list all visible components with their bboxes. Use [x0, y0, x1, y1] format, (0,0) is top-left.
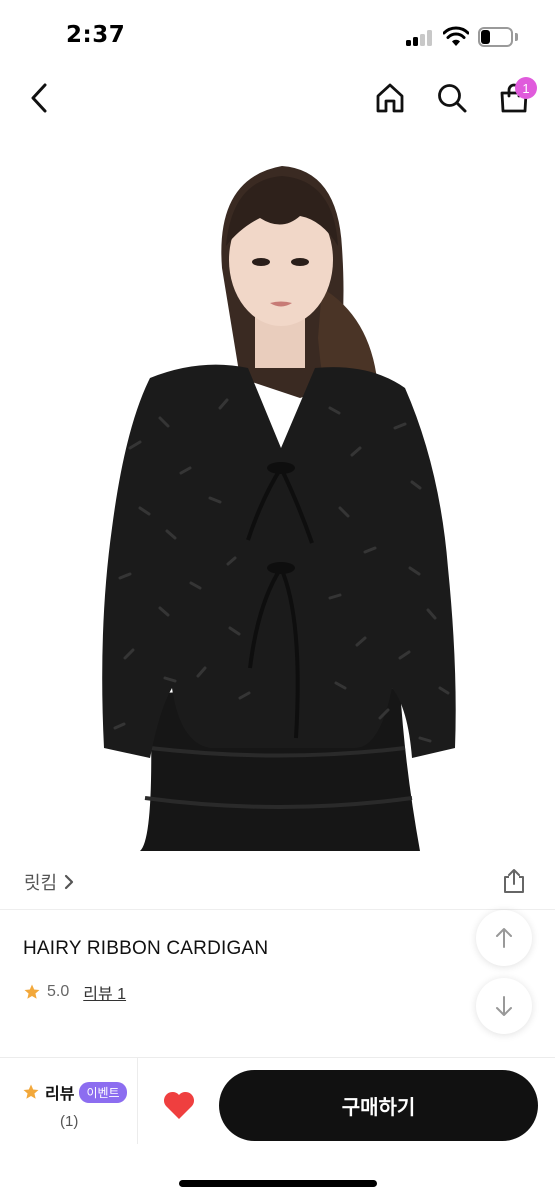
brand-row: 릿킴	[0, 852, 555, 910]
search-button[interactable]	[430, 76, 474, 120]
back-chevron-icon	[31, 83, 47, 113]
arrow-down-icon	[496, 996, 512, 1016]
share-button[interactable]	[497, 864, 531, 898]
wifi-icon	[442, 25, 470, 47]
bottom-action-bar: 리뷰 이벤트 (1) 구매하기	[0, 1057, 555, 1200]
search-icon	[438, 84, 467, 113]
rating-value: 5.0	[47, 983, 70, 1000]
home-icon	[376, 83, 404, 113]
chevron-right-icon	[65, 874, 74, 890]
like-button[interactable]	[158, 1086, 200, 1124]
rating-row: 5.0 리뷰 1	[23, 980, 126, 1004]
brand-name: 릿킴	[24, 873, 58, 893]
scroll-down-button[interactable]	[476, 978, 532, 1034]
event-badge: 이벤트	[79, 1081, 127, 1103]
review-count: (1)	[60, 1113, 79, 1130]
review-tab[interactable]: 리뷰 이벤트 (1)	[0, 1058, 138, 1144]
status-time: 2:37	[66, 22, 126, 48]
top-navigation-bar	[0, 72, 555, 132]
review-link[interactable]: 리뷰 1	[83, 980, 126, 1004]
battery-icon	[478, 27, 518, 47]
star-icon	[23, 1084, 39, 1099]
status-bar: 2:37	[0, 0, 555, 72]
scroll-up-button[interactable]	[476, 910, 532, 966]
home-indicator	[179, 1180, 377, 1187]
arrow-up-icon	[496, 928, 512, 948]
share-icon	[504, 869, 524, 893]
star-icon	[24, 984, 40, 999]
review-tab-label: 리뷰	[45, 1086, 75, 1103]
buy-button[interactable]: 구매하기	[219, 1070, 538, 1141]
cellular-signal-icon	[406, 30, 434, 46]
home-button[interactable]	[368, 76, 412, 120]
brand-link[interactable]: 릿킴	[24, 869, 75, 895]
product-image[interactable]	[0, 148, 555, 851]
cart-count-badge: 1	[515, 77, 537, 99]
product-title: HAIRY RIBBON CARDIGAN	[23, 938, 269, 959]
heart-icon	[163, 1091, 195, 1119]
product-photo	[102, 166, 456, 851]
back-button[interactable]	[17, 76, 61, 120]
